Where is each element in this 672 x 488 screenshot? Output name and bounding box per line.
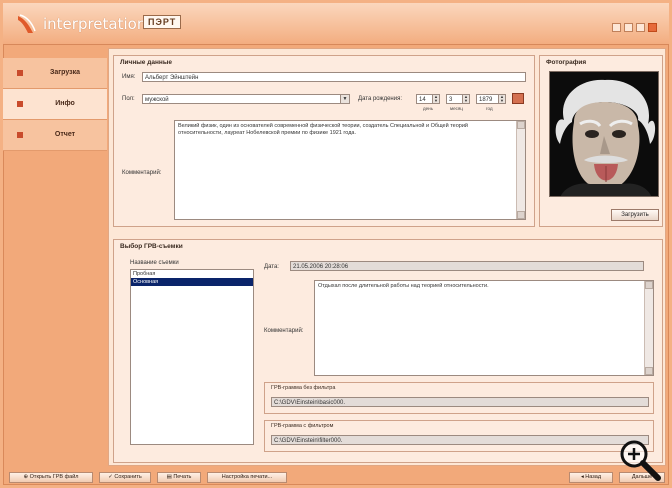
birth-year-value: 1879 [479, 97, 493, 103]
gdv-comment-label: Комментарий: [264, 328, 304, 334]
title-bar: interpretation ПЭРТ [3, 3, 669, 45]
caption-day: день [423, 106, 433, 111]
bullet-icon [17, 70, 23, 76]
chevron-down-icon[interactable]: ▼ [340, 95, 349, 103]
spinner-icon[interactable]: ▲ ▼ [498, 95, 505, 103]
bullet-icon [17, 101, 23, 107]
photo-legend: Фотография [546, 59, 587, 66]
app-logo-icon [18, 14, 36, 33]
date-field: 21.05.2006 20:28:06 [290, 261, 644, 271]
maximize-icon[interactable] [636, 23, 645, 32]
birth-label: Дата рождения: [358, 96, 402, 102]
sidebar-item-label: Инфо [55, 100, 75, 107]
gdv-comment-textarea[interactable]: Отдыхал после длительной работы над теор… [314, 280, 654, 376]
personal-data-group: Личные данные Имя: Альберт Эйнштейн Пол:… [113, 55, 535, 227]
list-title: Название съемки [130, 260, 179, 266]
bottom-toolbar: ⊕ Открыть ГРВ файл ✓ Сохранить ▤ Печать … [3, 470, 669, 485]
name-label: Имя: [122, 74, 136, 80]
birth-month-field[interactable]: 3 ▲ ▼ [446, 94, 470, 104]
zoom-icon[interactable] [614, 436, 666, 484]
with-filter-legend: ГРВ-грамма с фильтром [271, 423, 334, 429]
comment-textarea[interactable]: Великий физик, один из основателей совре… [174, 120, 526, 220]
sex-label: Пол: [122, 96, 135, 102]
portrait-image [550, 72, 658, 196]
save-label: Сохранить [114, 474, 142, 480]
comment-label: Комментарий: [122, 170, 162, 176]
birth-day-field[interactable]: 14 ▲ ▼ [416, 94, 440, 104]
with-filter-path: C:\GDV\Einstein\filter000. [271, 435, 649, 445]
sidebar-item-load[interactable]: Загрузка [3, 58, 107, 89]
gdv-with-filter-group: ГРВ-грамма с фильтром C:\GDV\Einstein\fi… [264, 420, 654, 452]
sidebar: Загрузка Инфо Отчет [3, 58, 107, 151]
restore-icon[interactable] [624, 23, 633, 32]
print-settings-button[interactable]: Настройка печати... [207, 472, 287, 483]
caption-year: год [486, 106, 493, 111]
shot-list[interactable]: Пробная Основная [130, 269, 254, 445]
gdv-without-filter-group: ГРВ-грамма без фильтра C:\GDV\Einstein\b… [264, 382, 654, 414]
gdv-selection-group: Выбор ГРВ-съемки Название съемки Пробная… [113, 239, 663, 463]
birth-day-value: 14 [419, 97, 426, 103]
close-icon[interactable] [648, 23, 657, 32]
comment-text: Великий физик, один из основателей совре… [178, 123, 468, 136]
app-title: interpretation [43, 15, 147, 33]
without-filter-legend: ГРВ-грамма без фильтра [271, 385, 336, 391]
print-label: Печать [173, 474, 192, 480]
sidebar-item-report[interactable]: Отчет [3, 120, 107, 151]
sex-select[interactable]: мужской ▼ [142, 94, 350, 104]
spinner-icon[interactable]: ▲ ▼ [432, 95, 439, 103]
sidebar-item-label: Загрузка [49, 69, 81, 76]
minimize-icon[interactable] [612, 23, 621, 32]
main-panel: Личные данные Имя: Альберт Эйнштейн Пол:… [108, 48, 666, 466]
bullet-icon [17, 132, 23, 138]
gdv-selection-legend: Выбор ГРВ-съемки [120, 243, 183, 250]
without-filter-path: C:\GDV\Einstein\basic000. [271, 397, 649, 407]
name-input[interactable]: Альберт Эйнштейн [142, 72, 526, 82]
date-label: Дата: [264, 264, 279, 270]
scrollbar[interactable] [516, 121, 525, 219]
gdv-comment-text: Отдыхал после длительной работы над теор… [318, 283, 489, 289]
personal-data-legend: Личные данные [120, 59, 172, 66]
list-item[interactable]: Пробная [131, 270, 253, 278]
back-label: Назад [585, 474, 602, 480]
sidebar-item-info[interactable]: Инфо [3, 89, 107, 120]
open-gdv-label: Открыть ГРВ файл [29, 474, 79, 480]
brand-logo: ПЭРТ [143, 15, 182, 29]
birth-year-field[interactable]: 1879 ▲ ▼ [476, 94, 506, 104]
calendar-icon[interactable] [512, 93, 524, 104]
portrait-photo [549, 71, 659, 197]
birth-month-value: 3 [449, 97, 453, 103]
save-button[interactable]: ✓ Сохранить [99, 472, 151, 483]
load-photo-button[interactable]: Загрузить [611, 209, 659, 221]
scrollbar[interactable] [644, 281, 653, 375]
open-gdv-file-button[interactable]: ⊕ Открыть ГРВ файл [9, 472, 93, 483]
sex-select-value: мужской [145, 97, 169, 103]
back-button[interactable]: ◂ Назад [569, 472, 613, 483]
caption-month: месяц [450, 106, 463, 111]
list-item-selected[interactable]: Основная [131, 278, 253, 286]
sidebar-item-label: Отчет [54, 131, 76, 138]
spinner-icon[interactable]: ▲ ▼ [462, 95, 469, 103]
print-button[interactable]: ▤ Печать [157, 472, 201, 483]
